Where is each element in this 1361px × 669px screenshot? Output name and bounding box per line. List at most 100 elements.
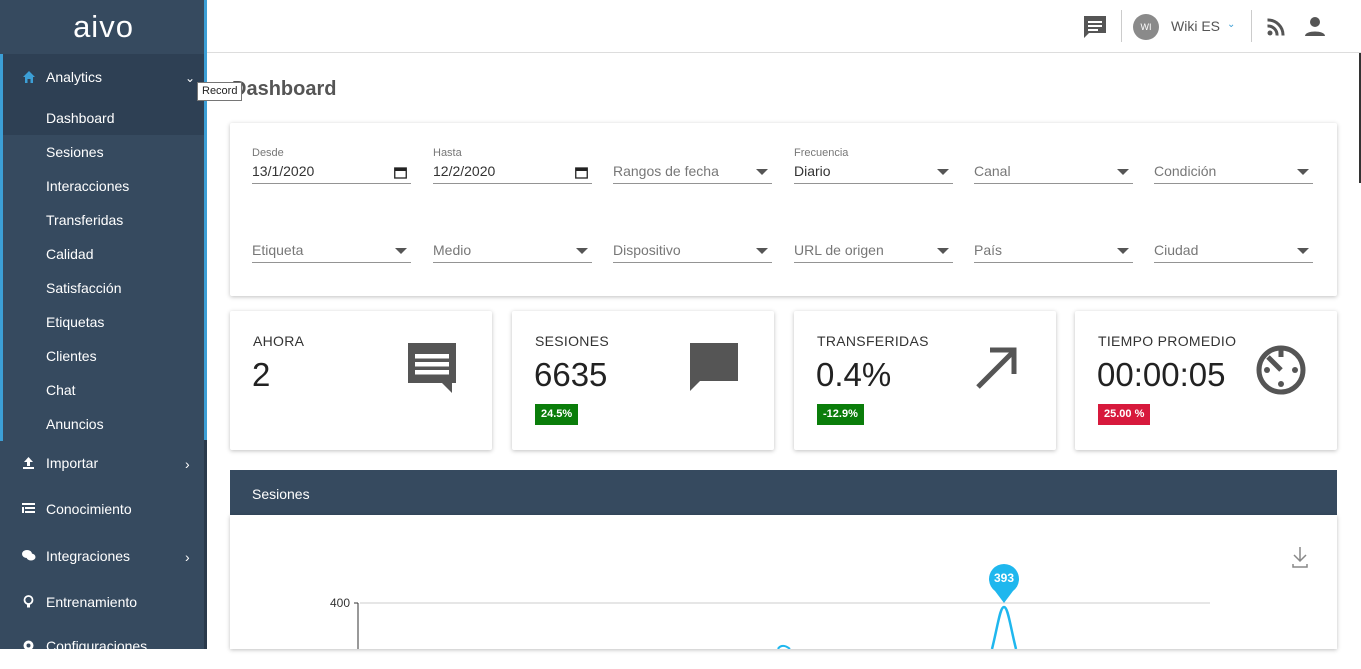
sidebar: aivo Analytics ⌄ Dashboard Sesiones Intera… xyxy=(0,0,207,654)
stat-title: SESIONES xyxy=(535,333,609,349)
dropdown-arrow-icon[interactable] xyxy=(1297,248,1309,254)
upload-icon xyxy=(23,457,34,469)
sidebar-item-anuncios[interactable]: Anuncios xyxy=(0,407,204,441)
sidebar-item-etiquetas[interactable]: Etiquetas xyxy=(0,305,204,339)
sidebar-item-chat[interactable]: Chat xyxy=(0,373,204,407)
sidebar-item-importar[interactable]: Importar › xyxy=(0,442,204,486)
sidebar-item-integraciones[interactable]: Integraciones › xyxy=(0,535,204,579)
sidebar-item-analytics[interactable]: Analytics ⌄ xyxy=(0,54,204,101)
sidebar-item-label: Importar xyxy=(46,455,99,471)
data-label-pin[interactable]: 393 xyxy=(989,564,1020,603)
user-menu[interactable]: Wiki ES xyxy=(1171,18,1220,34)
medio-select[interactable]: Medio xyxy=(433,226,592,266)
chevron-down-icon[interactable]: ⌄ xyxy=(1227,19,1235,30)
calendar-icon[interactable] xyxy=(394,166,407,179)
aivo-logo[interactable]: aivo xyxy=(0,0,207,54)
sidebar-item-satisfaccion[interactable]: Satisfacción xyxy=(0,271,204,305)
dropdown-arrow-icon[interactable] xyxy=(1117,248,1129,254)
dispositivo-select[interactable]: Dispositivo xyxy=(613,226,772,266)
sidebar-item-dashboard[interactable]: Dashboard xyxy=(0,101,204,135)
canal-select[interactable]: Canal xyxy=(974,147,1133,187)
field-placeholder: Rangos de fecha xyxy=(613,163,719,179)
arrow-up-right-icon xyxy=(976,347,1017,389)
rss-icon[interactable] xyxy=(1263,14,1289,40)
message-lines-icon xyxy=(408,343,456,393)
sessions-panel-header: Sesiones xyxy=(230,470,1337,515)
sidebar-item-label: Anuncios xyxy=(46,416,104,432)
dropdown-arrow-icon[interactable] xyxy=(1297,169,1309,175)
sidebar-item-label: Transferidas xyxy=(46,212,124,228)
field-underline xyxy=(433,183,592,184)
field-underline xyxy=(974,183,1133,184)
ciudad-select[interactable]: Ciudad xyxy=(1154,226,1313,266)
url-de-origen-select[interactable]: URL de origen xyxy=(794,226,953,266)
sidebar-item-label: Integraciones xyxy=(46,548,131,564)
dropdown-arrow-icon[interactable] xyxy=(1117,169,1129,175)
page-title: Dashboard xyxy=(232,78,337,100)
dropdown-arrow-icon[interactable] xyxy=(395,248,407,254)
field-underline xyxy=(1154,183,1313,184)
tooltip: Record xyxy=(197,82,243,101)
field-label: Desde xyxy=(252,147,284,159)
panel-title: Sesiones xyxy=(252,486,310,502)
condicion-select[interactable]: Condición xyxy=(1154,147,1313,187)
stat-card-tiempo-promedio: TIEMPO PROMEDIO 00:00:05 25.00 % xyxy=(1075,311,1337,450)
field-underline xyxy=(252,183,411,184)
status-badge: 24.5% xyxy=(535,404,579,425)
sidebar-item-calidad[interactable]: Calidad xyxy=(0,237,204,271)
rangos-de-fecha-select[interactable]: Rangos de fecha xyxy=(613,147,772,187)
dropdown-arrow-icon[interactable] xyxy=(756,169,768,175)
dropdown-arrow-icon[interactable] xyxy=(937,169,949,175)
chat-bubble-icon xyxy=(690,343,738,391)
gear-icon xyxy=(23,640,34,651)
sidebar-item-interacciones[interactable]: Interacciones xyxy=(0,169,204,203)
field-underline xyxy=(794,262,953,263)
frecuencia-select[interactable]: Frecuencia Diario xyxy=(794,147,953,187)
bulb-icon xyxy=(23,595,34,608)
field-underline xyxy=(794,183,953,184)
sidebar-item-entrenamiento[interactable]: Entrenamiento xyxy=(0,581,204,625)
download-icon[interactable] xyxy=(1292,547,1308,568)
timer-icon xyxy=(1256,345,1306,395)
field-underline xyxy=(613,183,772,184)
etiqueta-select[interactable]: Etiqueta xyxy=(252,226,411,266)
sidebar-item-clientes[interactable]: Clientes xyxy=(0,339,204,373)
sidebar-item-transferidas[interactable]: Transferidas xyxy=(0,203,204,237)
status-badge: -12.9% xyxy=(817,404,864,425)
home-icon xyxy=(23,71,35,83)
scrollbar-thumb[interactable] xyxy=(204,0,207,440)
chart-canvas: 400 393 xyxy=(330,547,1308,649)
chevron-right-icon: › xyxy=(185,549,190,565)
chat-icon[interactable] xyxy=(1082,14,1108,40)
field-underline xyxy=(974,262,1133,263)
sidebar-item-label: Chat xyxy=(46,382,76,398)
top-bar: WI Wiki ES ⌄ xyxy=(207,0,1361,53)
avatar[interactable]: WI xyxy=(1133,14,1159,40)
stat-value: 00:00:05 xyxy=(1097,356,1226,393)
user-icon[interactable] xyxy=(1302,14,1328,40)
y-tick-label: 400 xyxy=(330,596,350,610)
field-placeholder: Medio xyxy=(433,242,472,258)
field-underline xyxy=(1154,262,1313,263)
dropdown-arrow-icon[interactable] xyxy=(937,248,949,254)
field-label: Frecuencia xyxy=(794,147,849,159)
stat-value: 0.4% xyxy=(816,356,892,393)
sidebar-item-configuraciones[interactable]: Configuraciones xyxy=(0,625,204,669)
desde-date-input[interactable]: Desde 13/1/2020 xyxy=(252,147,411,187)
sidebar-item-label: Satisfacción xyxy=(46,280,122,296)
dropdown-arrow-icon[interactable] xyxy=(576,248,588,254)
field-underline xyxy=(252,262,411,263)
hasta-date-input[interactable]: Hasta 12/2/2020 xyxy=(433,147,592,187)
sidebar-item-conocimiento[interactable]: Conocimiento xyxy=(0,488,204,532)
sidebar-item-sesiones[interactable]: Sesiones xyxy=(0,135,204,169)
sidebar-item-label: Calidad xyxy=(46,246,94,262)
calendar-icon[interactable] xyxy=(575,166,588,179)
sidebar-item-label: Etiquetas xyxy=(46,314,105,330)
stat-card-transferidas: TRANSFERIDAS 0.4% -12.9% xyxy=(794,311,1056,450)
sidebar-item-label: Clientes xyxy=(46,348,97,364)
stat-value: 2 xyxy=(252,356,271,393)
sidebar-item-label: Analytics xyxy=(46,69,103,85)
pais-select[interactable]: País xyxy=(974,226,1133,266)
stat-card-ahora: AHORA 2 xyxy=(230,311,492,450)
dropdown-arrow-icon[interactable] xyxy=(756,248,768,254)
